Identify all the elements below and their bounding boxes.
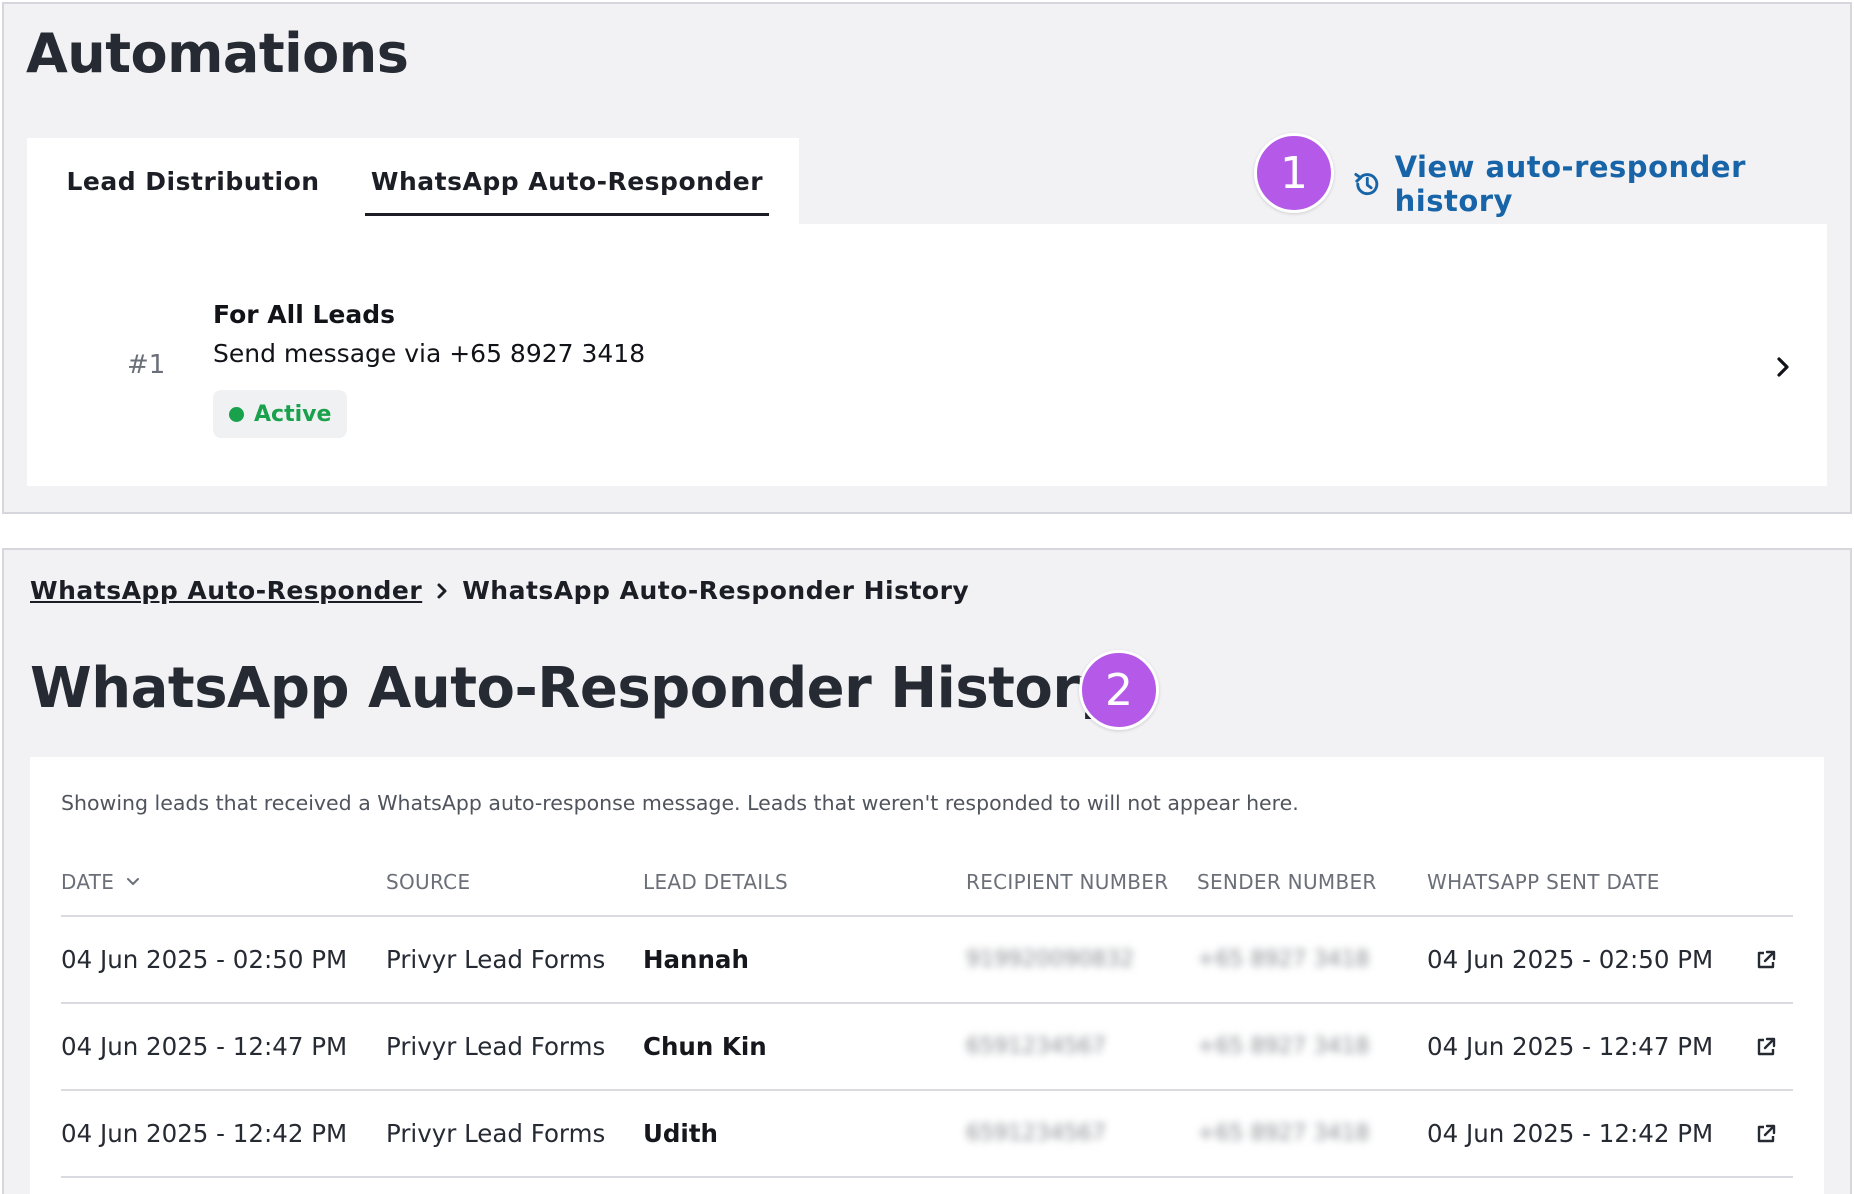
rule-subtitle: Send message via +65 8927 3418 — [213, 339, 646, 368]
cell-lead-details[interactable]: Chun Kin — [643, 1004, 767, 1089]
callout-badge-1: 1 — [1254, 133, 1334, 213]
view-history-link[interactable]: View auto-responder history — [1352, 150, 1854, 218]
table-row[interactable]: 04 Jun 2025 - 12:47 PM Privyr Lead Forms… — [61, 1004, 1793, 1091]
history-table-card: Showing leads that received a WhatsApp a… — [30, 757, 1824, 1194]
callout-badge-2: 2 — [1079, 650, 1159, 730]
history-icon — [1354, 172, 1379, 196]
cell-date: 04 Jun 2025 - 12:47 PM — [61, 1032, 348, 1061]
automation-rule-card[interactable]: #1 For All Leads Send message via +65 89… — [27, 224, 1827, 486]
cell-source: Privyr Lead Forms — [386, 1032, 606, 1061]
table-header: DATE SOURCE LEAD DETAILS RECIPIENT NUMBE… — [61, 847, 1793, 917]
tab-lead-distribution[interactable]: Lead Distribution — [47, 138, 339, 224]
external-link-icon[interactable] — [1755, 1123, 1777, 1145]
column-header-date-label: DATE — [61, 870, 115, 894]
column-header-date[interactable]: DATE — [61, 847, 140, 917]
cell-lead-details[interactable]: Hannah — [643, 917, 749, 1002]
breadcrumb: WhatsApp Auto-Responder WhatsApp Auto-Re… — [30, 576, 969, 605]
chevron-right-icon — [437, 583, 447, 598]
cell-sender-number: +65 8927 3418 — [1197, 1034, 1370, 1059]
table-row[interactable]: 04 Jun 2025 - 02:50 PM Privyr Lead Forms… — [61, 917, 1793, 1004]
cell-whatsapp-sent-date: 04 Jun 2025 - 02:50 PM — [1427, 945, 1714, 974]
external-link-icon[interactable] — [1755, 1036, 1777, 1058]
cell-source: Privyr Lead Forms — [386, 1119, 606, 1148]
table-description: Showing leads that received a WhatsApp a… — [61, 791, 1299, 815]
cell-recipient-number: 919920090832 — [966, 947, 1134, 972]
status-label: Active — [254, 401, 332, 427]
tab-whatsapp-auto-responder[interactable]: WhatsApp Auto-Responder — [365, 138, 769, 224]
cell-date: 04 Jun 2025 - 12:42 PM — [61, 1119, 348, 1148]
cell-sender-number: +65 8927 3418 — [1197, 947, 1370, 972]
breadcrumb-parent-link[interactable]: WhatsApp Auto-Responder — [30, 576, 422, 605]
external-link-icon[interactable] — [1755, 949, 1777, 971]
chevron-right-icon[interactable] — [1772, 354, 1794, 380]
rule-number: #1 — [127, 350, 166, 380]
status-dot-icon — [229, 406, 244, 422]
column-header-whatsapp-sent-date: WHATSAPP SENT DATE — [1427, 870, 1660, 894]
view-history-label: View auto-responder history — [1394, 150, 1746, 218]
tab-bar: Lead Distribution WhatsApp Auto-Responde… — [27, 138, 799, 224]
cell-lead-details[interactable]: Udith — [643, 1091, 718, 1176]
page-title: Automations — [26, 22, 409, 85]
table-row[interactable]: 04 Jun 2025 - 12:42 PM Privyr Lead Forms… — [61, 1091, 1793, 1178]
cell-recipient-number: 6591234567 — [966, 1121, 1106, 1146]
column-header-lead-details: LEAD DETAILS — [643, 870, 788, 894]
rule-title: For All Leads — [213, 300, 395, 329]
chevron-down-icon[interactable] — [126, 877, 140, 887]
column-header-source: SOURCE — [386, 870, 471, 894]
cell-recipient-number: 6591234567 — [966, 1034, 1106, 1059]
history-page-title: WhatsApp Auto-Responder History — [30, 656, 1116, 721]
cell-date: 04 Jun 2025 - 02:50 PM — [61, 945, 348, 974]
column-header-sender-number: SENDER NUMBER — [1197, 870, 1377, 894]
status-badge: Active — [213, 390, 348, 438]
column-header-recipient-number: RECIPIENT NUMBER — [966, 870, 1169, 894]
cell-sender-number: +65 8927 3418 — [1197, 1121, 1370, 1146]
cell-whatsapp-sent-date: 04 Jun 2025 - 12:42 PM — [1427, 1119, 1714, 1148]
cell-source: Privyr Lead Forms — [386, 945, 606, 974]
cell-whatsapp-sent-date: 04 Jun 2025 - 12:47 PM — [1427, 1032, 1714, 1061]
breadcrumb-current: WhatsApp Auto-Responder History — [462, 576, 970, 605]
